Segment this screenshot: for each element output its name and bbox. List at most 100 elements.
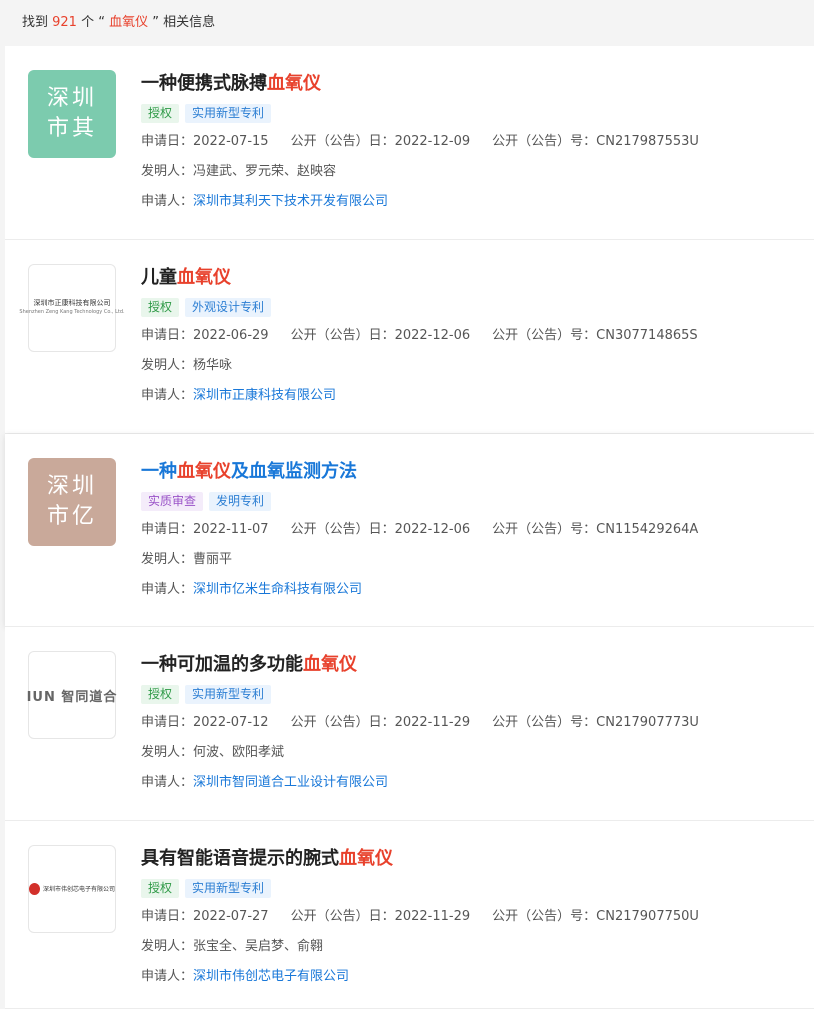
title-keyword: 血氧仪 [177, 461, 231, 482]
inventor-names: 冯建武、罗元荣、赵映容 [193, 164, 337, 179]
apply-date-label: 申请日： [141, 715, 194, 730]
logo-company-name-en: Shenzhen Zeng Kang Technology Co., Ltd. [19, 309, 125, 315]
patent-title[interactable]: 具有智能语音提示的腕式血氧仪 [141, 847, 804, 871]
inventor-names: 曹丽平 [193, 552, 233, 567]
title-text: 一种可加温的多功能 [141, 654, 303, 675]
applicant-logo[interactable]: 深圳市正康科技有限公司 Shenzhen Zeng Kang Technolog… [19, 264, 125, 352]
apply-date-label: 申请日： [141, 328, 194, 343]
apply-date: 2022-06-29 [193, 328, 269, 343]
logo-brand-mark: IUN 智同道合 [26, 689, 118, 705]
apply-date: 2022-07-15 [193, 134, 269, 149]
inventor-row: 发明人：张宝全、吴启梦、俞翱 [141, 937, 804, 957]
applicant-row: 申请人：深圳市智同道合工业设计有限公司 [141, 773, 804, 793]
patent-type-tag: 实用新型专利 [185, 685, 272, 704]
pub-no: CN217987553U [596, 134, 699, 149]
applicant-link[interactable]: 深圳市智同道合工业设计有限公司 [193, 775, 388, 790]
applicant-label: 申请人： [141, 388, 194, 403]
patent-title[interactable]: 一种可加温的多功能血氧仪 [141, 653, 804, 677]
pub-no-label: 公开（公告）号： [492, 715, 597, 730]
applicant-logo[interactable]: 深圳市伟创芯电子有限公司 [28, 845, 116, 933]
applicant-label: 申请人： [141, 969, 194, 984]
apply-date: 2022-07-27 [193, 909, 269, 924]
apply-date: 2022-07-12 [193, 715, 269, 730]
patent-card[interactable]: IUN 智同道合 一种可加温的多功能血氧仪 授权 实用新型专利 申请日：2022-… [5, 627, 814, 821]
applicant-logo[interactable]: IUN 智同道合 [26, 651, 118, 739]
patent-result-list: 深圳 市其 一种便携式脉搏血氧仪 授权 实用新型专利 申请日：2022-07-15… [0, 46, 814, 1009]
inventor-label: 发明人： [141, 939, 194, 954]
logo-text-line2: 市亿 [46, 504, 97, 529]
logo-mark-icon [29, 883, 40, 895]
title-text: 儿童 [141, 267, 177, 288]
result-count: 921 [52, 15, 77, 30]
applicant-label: 申请人： [141, 775, 194, 790]
patent-type-tag: 实用新型专利 [185, 104, 272, 123]
patent-title[interactable]: 儿童血氧仪 [141, 266, 804, 290]
patent-card[interactable]: 深圳市正康科技有限公司 Shenzhen Zeng Kang Technolog… [5, 240, 814, 434]
search-keyword: 血氧仪 [109, 15, 149, 30]
inventor-label: 发明人： [141, 358, 194, 373]
inventor-names: 何波、欧阳孝斌 [193, 745, 285, 760]
summary-middle: 个 “ [76, 15, 110, 30]
date-row: 申请日：2022-07-12 公开（公告）日：2022-11-29 公开（公告）号：… [141, 713, 804, 733]
applicant-row: 申请人：深圳市正康科技有限公司 [141, 386, 804, 406]
pub-no-label: 公开（公告）号： [492, 522, 597, 537]
pub-date-label: 公开（公告）日： [290, 909, 395, 924]
date-row: 申请日：2022-07-15 公开（公告）日：2022-12-09 公开（公告）号：… [141, 132, 804, 152]
title-text: 一种 [141, 461, 177, 482]
pub-no-label: 公开（公告）号： [492, 909, 597, 924]
patent-title[interactable]: 一种便携式脉搏血氧仪 [141, 72, 804, 96]
applicant-logo[interactable]: 深圳 市其 [28, 70, 116, 158]
patent-title[interactable]: 一种血氧仪及血氧监测方法 [141, 460, 804, 484]
inventor-names: 张宝全、吴启梦、俞翱 [193, 939, 324, 954]
logo-company-name: 深圳市伟创芯电子有限公司 [42, 885, 115, 893]
patent-type-tag: 发明专利 [209, 492, 272, 511]
title-text: 一种便携式脉搏 [141, 73, 267, 94]
logo-company-name: 深圳市正康科技有限公司 [33, 299, 111, 307]
status-tag: 授权 [141, 298, 180, 317]
inventor-label: 发明人： [141, 552, 194, 567]
pub-no: CN217907773U [596, 715, 699, 730]
apply-date-label: 申请日： [141, 522, 194, 537]
title-keyword: 血氧仪 [177, 267, 231, 288]
pub-date: 2022-12-09 [394, 134, 471, 149]
applicant-link[interactable]: 深圳市伟创芯电子有限公司 [193, 969, 349, 984]
status-tag: 授权 [141, 104, 180, 123]
apply-date: 2022-11-07 [193, 522, 269, 537]
pub-date-label: 公开（公告）日： [290, 715, 395, 730]
pub-date: 2022-11-29 [394, 715, 471, 730]
status-tag: 授权 [141, 879, 180, 898]
applicant-label: 申请人： [141, 582, 194, 597]
logo-text-line2: 市其 [46, 116, 97, 141]
summary-suffix: ” 相关信息 [148, 15, 216, 30]
status-tag: 实质审查 [141, 492, 204, 511]
date-row: 申请日：2022-07-27 公开（公告）日：2022-11-29 公开（公告）号：… [141, 907, 804, 927]
patent-type-tag: 实用新型专利 [185, 879, 272, 898]
inventor-row: 发明人：曹丽平 [141, 550, 804, 570]
summary-prefix: 找到 [22, 15, 53, 30]
applicant-link[interactable]: 深圳市正康科技有限公司 [193, 388, 336, 403]
inventor-names: 杨华咏 [193, 358, 233, 373]
patent-card[interactable]: 深圳 市亿 一种血氧仪及血氧监测方法 实质审查 发明专利 申请日：2022-11-… [5, 434, 814, 627]
applicant-logo[interactable]: 深圳 市亿 [28, 458, 116, 546]
apply-date-label: 申请日： [141, 909, 194, 924]
pub-date: 2022-12-06 [394, 328, 471, 343]
title-text-tail: 及血氧监测方法 [231, 461, 357, 482]
logo-text-line1: 深圳 [46, 474, 97, 499]
patent-card[interactable]: 深圳 市其 一种便携式脉搏血氧仪 授权 实用新型专利 申请日：2022-07-15… [5, 46, 814, 240]
title-keyword: 血氧仪 [339, 848, 393, 869]
applicant-link[interactable]: 深圳市其利天下技术开发有限公司 [193, 194, 388, 209]
result-summary: 找到 921 个 “ 血氧仪 ” 相关信息 [0, 0, 814, 46]
pub-no-label: 公开（公告）号： [492, 328, 597, 343]
applicant-link[interactable]: 深圳市亿米生命科技有限公司 [193, 582, 362, 597]
patent-card[interactable]: 深圳市伟创芯电子有限公司 具有智能语音提示的腕式血氧仪 授权 实用新型专利 申请日… [5, 821, 814, 1009]
date-row: 申请日：2022-06-29 公开（公告）日：2022-12-06 公开（公告）号：… [141, 326, 804, 346]
patent-type-tag: 外观设计专利 [185, 298, 272, 317]
status-tag: 授权 [141, 685, 180, 704]
inventor-row: 发明人：何波、欧阳孝斌 [141, 743, 804, 763]
pub-date: 2022-11-29 [394, 909, 471, 924]
inventor-row: 发明人：杨华咏 [141, 356, 804, 376]
inventor-label: 发明人： [141, 164, 194, 179]
inventor-label: 发明人： [141, 745, 194, 760]
applicant-label: 申请人： [141, 194, 194, 209]
pub-date-label: 公开（公告）日： [290, 134, 395, 149]
